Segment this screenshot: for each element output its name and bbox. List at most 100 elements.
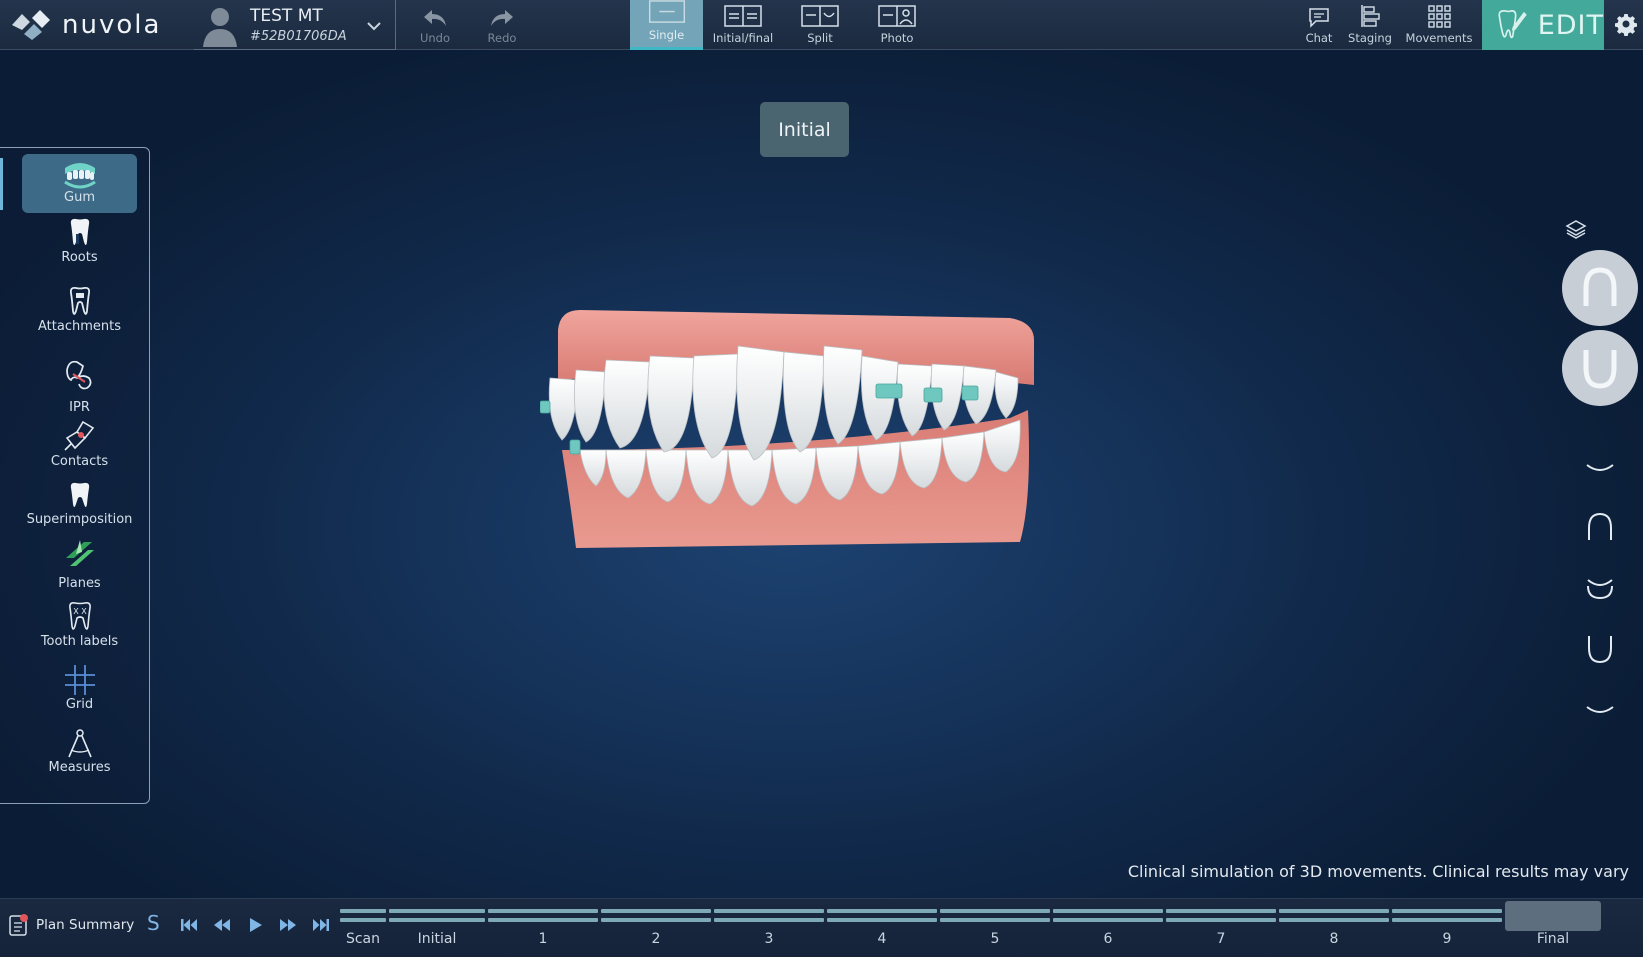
grid-icon — [64, 665, 95, 695]
redo-icon — [491, 10, 513, 26]
roots-icon — [70, 218, 89, 245]
tool-label: Gum — [64, 190, 95, 205]
timeline-segment-8[interactable] — [1279, 909, 1389, 927]
front-view-icon — [1586, 464, 1614, 471]
lower-occlusal-open-icon — [1587, 579, 1613, 600]
timeline-label-5: 5 — [990, 931, 1000, 947]
tool-label: Planes — [58, 576, 101, 591]
active-tool-indicator — [0, 158, 3, 210]
tool-attachments[interactable]: Attachments — [22, 285, 137, 334]
tooth-labels-icon: X X — [68, 602, 91, 630]
clinical-disclaimer: Clinical simulation of 3D movements. Cli… — [1127, 862, 1629, 881]
undo-icon — [424, 10, 446, 26]
upper-occlusal-icon — [1588, 512, 1612, 540]
tool-tooth-labels[interactable]: X X Tooth labels — [22, 600, 137, 649]
timeline-segment-4[interactable] — [827, 909, 937, 927]
movements-label: Movements — [1405, 31, 1473, 45]
skip-to-start-icon[interactable] — [177, 913, 201, 937]
tool-label: Superimposition — [26, 512, 133, 527]
plan-summary-button[interactable]: Plan Summary — [8, 913, 134, 937]
timeline-label-1: 1 — [538, 931, 548, 947]
movements-button[interactable]: Movements — [1406, 0, 1472, 50]
brand-logo: nuvola — [8, 8, 161, 42]
edit-tooth-pencil-icon — [1498, 10, 1527, 39]
view-upper-occlusal-button[interactable] — [1583, 510, 1617, 544]
dental-model-3d[interactable] — [540, 300, 1080, 560]
tool-superimposition[interactable]: Superimposition — [22, 480, 137, 527]
view-lower-occlusal-button[interactable] — [1583, 632, 1617, 666]
timeline-segment-initial[interactable] — [389, 909, 485, 927]
view-lower-both-button[interactable] — [1583, 574, 1617, 602]
tools-panel: Gum Roots Attachments IPR Contacts Super… — [0, 147, 150, 804]
rewind-icon[interactable] — [210, 913, 234, 937]
view-front-button[interactable] — [1583, 458, 1617, 478]
plan-summary-icon — [9, 914, 28, 936]
chevron-down-icon[interactable] — [364, 16, 384, 36]
view-photo-button[interactable]: Photo — [870, 0, 924, 50]
view-single-button[interactable]: Single — [630, 0, 703, 50]
timeline-segment-6[interactable] — [1053, 909, 1163, 927]
view-bottom-button[interactable] — [1583, 700, 1617, 720]
timeline-label-initial: Initial — [417, 931, 457, 947]
tool-ipr[interactable]: IPR — [22, 356, 137, 415]
view-split-button[interactable]: Split — [795, 0, 845, 50]
chat-button[interactable]: Chat — [1298, 0, 1340, 50]
redo-button[interactable]: Redo — [477, 0, 527, 50]
staging-button[interactable]: Staging — [1346, 0, 1394, 50]
timeline-segment-7[interactable] — [1166, 909, 1276, 927]
patient-selector[interactable]: TEST MT #52B01706DA — [194, 0, 396, 50]
tool-roots[interactable]: Roots — [22, 216, 137, 265]
contacts-icon — [63, 420, 94, 451]
photo-view-icon — [878, 5, 916, 27]
movements-icon — [1428, 5, 1451, 28]
gum-icon — [63, 163, 96, 189]
timeline-segment-2[interactable] — [601, 909, 711, 927]
layers-button[interactable] — [1560, 218, 1592, 240]
edit-button[interactable]: EDIT — [1482, 0, 1604, 50]
patient-id: #52B01706DA — [250, 29, 347, 44]
timeline-label-7: 7 — [1216, 931, 1226, 947]
stage-badge: Initial — [760, 102, 849, 157]
timeline-label-scan: Scan — [345, 931, 381, 947]
timeline-label-4: 4 — [877, 931, 887, 947]
tool-measures[interactable]: Measures — [22, 728, 137, 775]
fast-forward-icon[interactable] — [276, 913, 300, 937]
undo-button[interactable]: Undo — [410, 0, 460, 50]
gear-icon[interactable] — [1614, 12, 1638, 36]
undo-label: Undo — [419, 31, 451, 45]
chat-icon — [1309, 8, 1329, 28]
svg-text:X X: X X — [73, 607, 87, 616]
tool-planes[interactable]: Planes — [22, 538, 137, 591]
skip-to-end-icon[interactable] — [309, 913, 333, 937]
split-view-icon — [801, 5, 839, 27]
initial-final-view-icon — [724, 5, 762, 27]
view-photo-label: Photo — [880, 31, 914, 45]
planes-icon — [65, 540, 94, 566]
timeline-segment-final[interactable] — [1505, 901, 1601, 931]
tool-label: Measures — [48, 760, 111, 775]
timeline-segment-scan[interactable] — [340, 909, 386, 927]
tool-grid[interactable]: Grid — [22, 663, 137, 712]
tool-gum[interactable]: Gum — [22, 154, 137, 213]
chat-label: Chat — [1305, 31, 1333, 45]
view-single-label: Single — [648, 28, 685, 42]
lower-arch-toggle[interactable] — [1562, 330, 1638, 406]
staging-icon — [1361, 5, 1380, 27]
timeline-segment-5[interactable] — [940, 909, 1050, 927]
play-icon[interactable] — [243, 913, 267, 937]
upper-arch-icon — [1583, 267, 1617, 306]
timeline-segment-9[interactable] — [1392, 909, 1502, 927]
edit-label: EDIT — [1537, 9, 1604, 41]
view-initial-final-button[interactable]: Initial/final — [710, 0, 776, 50]
superimposition-icon — [70, 482, 89, 507]
single-view-icon — [648, 0, 685, 23]
tool-contacts[interactable]: Contacts — [22, 418, 137, 469]
playback-bar: Plan Summary S — [0, 898, 1643, 957]
view-split-label: Split — [807, 31, 833, 45]
upper-arch-toggle[interactable] — [1562, 250, 1638, 326]
tool-label: Contacts — [50, 454, 109, 469]
timeline-segment-3[interactable] — [714, 909, 824, 927]
timeline-segment-1[interactable] — [488, 909, 598, 927]
bottom-view-icon — [1586, 706, 1614, 713]
speed-toggle[interactable]: S — [147, 911, 160, 935]
